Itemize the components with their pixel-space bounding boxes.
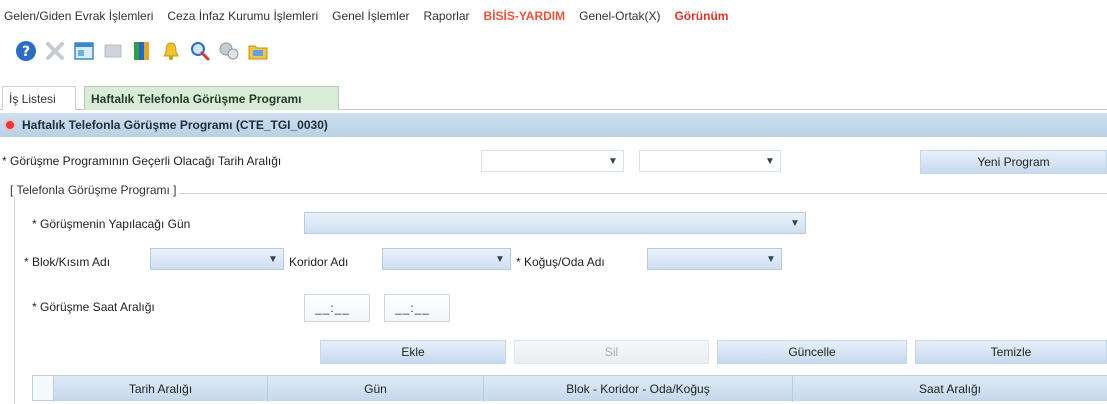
tools-icon[interactable] [217,39,241,63]
date-range-label: * Görüşme Programının Geçerli Olacağı Ta… [2,154,282,168]
delete-icon[interactable] [43,39,67,63]
menu-bar: Gelen/Giden Evrak İşlemleri Ceza İnfaz K… [0,0,1107,32]
start-date-select[interactable]: ▼ [481,150,624,172]
chevron-down-icon: ▼ [765,155,775,167]
delete-button[interactable]: Sil [514,340,709,364]
time-range-label: * Görüşme Saat Aralığı [32,300,155,314]
bell-icon[interactable] [159,39,183,63]
day-select[interactable]: ▼ [304,212,806,234]
menu-penal-institution[interactable]: Ceza İnfaz Kurumu İşlemleri [167,9,318,23]
menu-help[interactable]: BİSİS-YARDIM [484,9,566,23]
day-label: * Görüşmenin Yapılacağı Gün [32,217,191,231]
chevron-down-icon: ▼ [268,253,278,265]
time-end-input[interactable]: __:__ [384,294,450,322]
fieldset-legend: [ Telefonla Görüşme Programı ] [8,183,179,197]
chevron-down-icon: ▼ [790,217,800,229]
tab-work-list[interactable]: İş Listesi [2,86,76,110]
ward-label: * Koğuş/Oda Adı [516,255,605,269]
panel-title-text: Haftalık Telefonla Görüşme Programı (CTE… [22,118,328,132]
menu-general[interactable]: Genel İşlemler [332,9,409,23]
chevron-down-icon: ▼ [766,253,776,265]
panel-title: Haftalık Telefonla Görüşme Programı (CTE… [0,113,1107,137]
update-button[interactable]: Güncelle [717,340,907,364]
record-icon [4,119,16,131]
column-date-range[interactable]: Tarih Aralığı [54,376,268,402]
grid-icon[interactable] [101,39,125,63]
column-day[interactable]: Gün [268,376,484,402]
delete-button-label: Sil [604,345,619,359]
new-program-button[interactable]: Yeni Program [920,150,1107,174]
menu-reports[interactable]: Raporlar [424,9,470,23]
book-icon[interactable] [130,39,154,63]
search-icon[interactable] [188,39,212,63]
menu-incoming-outgoing[interactable]: Gelen/Giden Evrak İşlemleri [4,9,153,23]
ward-select[interactable]: ▼ [647,248,782,270]
folder-icon[interactable] [246,39,270,63]
select-all-checkbox[interactable] [32,375,54,401]
toolbar: ? [14,36,270,66]
menu-common[interactable]: Genel-Ortak(X) [579,9,660,23]
add-button[interactable]: Ekle [320,340,506,364]
block-label: * Blok/Kısım Adı [24,255,111,269]
column-time-range[interactable]: Saat Aralığı [793,376,1107,402]
new-program-button-label: Yeni Program [977,155,1050,169]
clear-button-label: Temizle [990,345,1032,359]
block-select[interactable]: ▼ [150,248,284,270]
help-icon[interactable]: ? [14,39,38,63]
corridor-select[interactable]: ▼ [382,248,511,270]
tab-weekly-phone-program[interactable]: Haftalık Telefonla Görüşme Programı [84,86,339,110]
menu-view[interactable]: Görünüm [674,9,728,23]
results-table-header: Tarih Aralığı Gün Blok - Koridor - Oda/K… [32,375,1107,402]
time-start-input[interactable]: __:__ [304,294,370,322]
svg-text:?: ? [22,44,30,60]
end-date-select[interactable]: ▼ [639,150,781,172]
window-icon[interactable] [72,39,96,63]
tab-strip: İş Listesi Haftalık Telefonla Görüşme Pr… [0,86,1107,110]
chevron-down-icon: ▼ [608,155,618,167]
clear-button[interactable]: Temizle [915,340,1107,364]
chevron-down-icon: ▼ [495,253,505,265]
update-button-label: Güncelle [788,345,836,359]
column-location[interactable]: Blok - Koridor - Oda/Koğuş [484,376,793,402]
corridor-label: Koridor Adı [289,255,349,269]
add-button-label: Ekle [401,345,425,359]
